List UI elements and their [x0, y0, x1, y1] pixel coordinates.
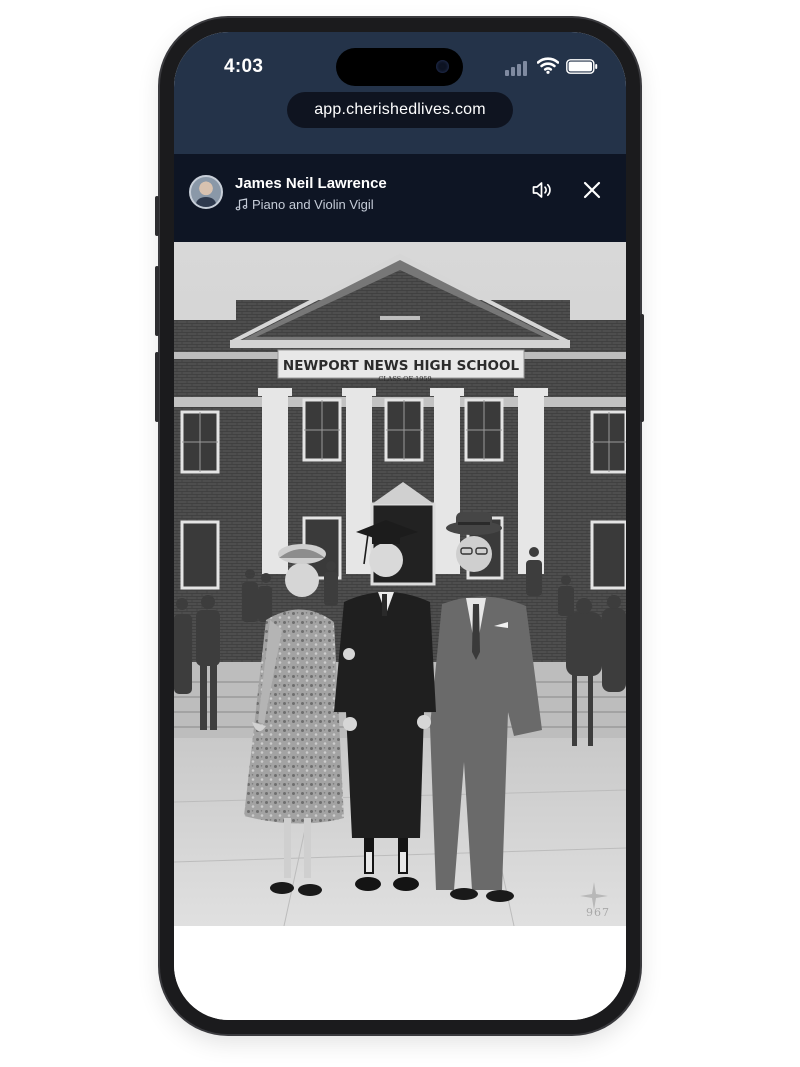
- graduation-photo: NEWPORT NEWS HIGH SCHOOL CLASS OF 1959 9…: [174, 242, 626, 926]
- volume-up-button: [155, 266, 159, 336]
- photo-illustration: NEWPORT NEWS HIGH SCHOOL CLASS OF 1959: [174, 242, 626, 926]
- battery-icon: [566, 59, 598, 74]
- url-bar[interactable]: app.cherishedlives.com: [287, 92, 513, 128]
- track-row: Piano and Violin Vigil: [235, 196, 374, 212]
- status-time: 4:03: [224, 56, 264, 77]
- speaker-icon[interactable]: [530, 178, 554, 202]
- dynamic-island: [336, 48, 463, 86]
- power-button: [640, 314, 644, 422]
- phone-screen: 4:03 app.cherishedlives.com James Neil L…: [174, 32, 626, 1020]
- content-area: [174, 926, 626, 1020]
- close-icon[interactable]: [580, 178, 604, 202]
- volume-down-button: [155, 352, 159, 422]
- wifi-icon: [537, 57, 559, 74]
- camera-icon: [436, 60, 449, 73]
- person-name: James Neil Lawrence: [235, 175, 387, 192]
- school-sign-subtext: CLASS OF 1959: [378, 375, 431, 383]
- school-sign-text: NEWPORT NEWS HIGH SCHOOL: [283, 358, 520, 374]
- browser-bar: 4:03 app.cherishedlives.com: [174, 32, 626, 154]
- action-button: [155, 196, 159, 236]
- avatar[interactable]: [189, 175, 223, 209]
- music-note-icon: [235, 197, 248, 210]
- cellular-signal-icon: [505, 58, 531, 76]
- memorial-player-bar: James Neil Lawrence Piano and Violin Vig…: [174, 154, 626, 242]
- photo-watermark: 967: [586, 906, 610, 919]
- track-name: Piano and Violin Vigil: [252, 196, 374, 212]
